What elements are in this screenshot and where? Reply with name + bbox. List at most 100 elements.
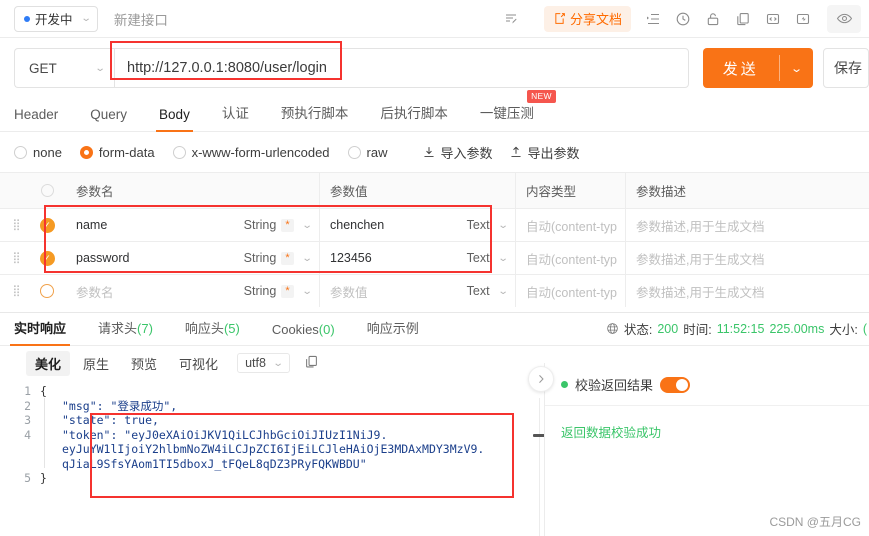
param-value-cell[interactable]: 123456 Text ⌄: [320, 242, 516, 274]
copy-icon: [306, 355, 318, 368]
row-checkbox[interactable]: ✓: [32, 209, 62, 241]
param-description-cell[interactable]: 参数描述,用于生成文档: [626, 275, 869, 307]
response-tab-response-headers[interactable]: 响应头(5): [185, 318, 240, 345]
tab-stress-test[interactable]: 一键压测 NEW: [479, 90, 556, 131]
required-marker: *: [281, 218, 294, 232]
body-type-form-data[interactable]: form-data: [79, 145, 155, 160]
viewer-tab-visualize[interactable]: 可视化: [170, 351, 227, 376]
chevron-down-icon: ⌄: [497, 219, 509, 231]
viewer-tab-beautify[interactable]: 美化: [26, 350, 71, 376]
content-type-value: 自动(content-typ: [526, 219, 618, 234]
value-type-select[interactable]: Text ⌄: [467, 284, 509, 298]
request-url-row: GET ⌄ http://127.0.0.1:8080/user/login 发…: [0, 38, 869, 98]
api-name-label[interactable]: 新建接口: [114, 9, 168, 29]
preview-eye-button[interactable]: [827, 4, 861, 33]
import-params-button[interactable]: 导入参数: [422, 143, 493, 162]
history-clock-icon[interactable]: [669, 5, 697, 33]
body-type-urlencoded[interactable]: x-www-form-urlencoded: [172, 145, 330, 160]
tab-label: 原生: [83, 356, 110, 372]
response-tab-examples[interactable]: 响应示例: [367, 318, 419, 345]
body-type-none[interactable]: none: [14, 145, 62, 160]
required-marker: *: [281, 284, 294, 298]
encoding-select[interactable]: utf8 ⌄: [237, 353, 291, 373]
row-drag-handle[interactable]: ⣿: [0, 242, 32, 274]
unlock-icon[interactable]: [699, 5, 727, 33]
chevron-down-icon[interactable]: ⌄: [773, 62, 820, 75]
save-button[interactable]: 保存: [823, 48, 869, 88]
param-type-select[interactable]: String * ⌄: [244, 251, 313, 265]
value-type-select[interactable]: Text ⌄: [467, 251, 509, 265]
response-tab-realtime[interactable]: 实时响应: [9, 318, 71, 346]
line-number: 5: [24, 471, 31, 485]
tab-query[interactable]: Query: [90, 107, 127, 131]
select-all-checkbox[interactable]: [32, 173, 62, 208]
code-brackets-icon[interactable]: [759, 5, 787, 33]
copy-response-button[interactable]: [304, 354, 319, 372]
chevron-down-icon: ⌄: [301, 252, 313, 264]
http-method-select[interactable]: GET ⌄: [14, 48, 114, 88]
row-drag-handle[interactable]: ⣿: [0, 209, 32, 241]
code-gutter: 1 2 3 4 5: [0, 380, 40, 486]
col-header-description: 参数描述: [626, 173, 869, 208]
share-doc-button[interactable]: 分享文档: [543, 5, 631, 32]
param-value-cell[interactable]: chenchen Text ⌄: [320, 209, 516, 241]
param-type-value: String: [243, 284, 277, 298]
tab-count: (7): [137, 321, 153, 336]
export-params-button[interactable]: 导出参数: [509, 143, 580, 162]
param-content-type-cell[interactable]: 自动(content-typ: [516, 275, 626, 307]
param-name-cell[interactable]: password String * ⌄: [62, 242, 320, 274]
validation-toggle[interactable]: [660, 376, 691, 393]
tab-post-script[interactable]: 后执行脚本: [380, 102, 448, 131]
validation-message: 返回数据校验成功: [561, 426, 662, 440]
response-tab-request-headers[interactable]: 请求头(7): [98, 318, 153, 345]
globe-icon: [607, 323, 618, 334]
param-type-select[interactable]: String * ⌄: [243, 218, 313, 232]
export-icon[interactable]: [789, 5, 817, 33]
chevron-down-icon: ⌄: [301, 219, 313, 231]
api-status-label: 开发中: [35, 13, 73, 27]
send-button[interactable]: 发送 ⌄: [702, 48, 813, 88]
viewer-tab-raw[interactable]: 原生: [74, 351, 118, 376]
row-drag-handle[interactable]: ⣿: [0, 275, 32, 307]
panel-splitter[interactable]: [539, 398, 540, 536]
param-content-type-cell[interactable]: 自动(content-typ: [516, 209, 626, 241]
edit-note-icon[interactable]: [498, 5, 526, 33]
viewer-tab-preview[interactable]: 预览: [122, 351, 166, 376]
row-checkbox[interactable]: [32, 275, 62, 307]
save-label: 保存: [834, 60, 862, 76]
tab-body[interactable]: Body: [156, 107, 193, 132]
collapse-panel-button[interactable]: [528, 366, 554, 392]
copy-icon[interactable]: [729, 5, 757, 33]
url-input[interactable]: http://127.0.0.1:8080/user/login: [114, 48, 689, 88]
row-checkbox[interactable]: ✓: [32, 242, 62, 274]
api-status-select[interactable]: 开发中 ⌄: [14, 5, 98, 32]
import-icon: [423, 147, 434, 158]
col-header-label: 参数值: [330, 185, 368, 199]
validation-header: 校验返回结果: [545, 363, 869, 406]
param-name-cell[interactable]: name String * ⌄: [62, 209, 320, 241]
chevron-down-icon: ⌄: [497, 285, 509, 297]
indent-list-icon[interactable]: [639, 5, 667, 33]
body-type-raw[interactable]: raw: [347, 145, 388, 160]
tab-label: 后执行脚本: [380, 106, 448, 121]
send-label: 发送: [722, 60, 759, 78]
value-type-select[interactable]: Text ⌄: [467, 218, 509, 232]
table-row: ⣿ ✓ password String * ⌄ 123456 Text ⌄ 自动…: [0, 241, 869, 274]
tab-pre-script[interactable]: 预执行脚本: [281, 102, 349, 131]
param-value-cell[interactable]: 参数值 Text ⌄: [320, 275, 516, 307]
param-type-value: String: [243, 218, 277, 232]
line-number: 3: [24, 413, 31, 427]
tab-auth[interactable]: 认证: [222, 102, 249, 131]
param-type-select[interactable]: String * ⌄: [243, 284, 313, 298]
response-tab-cookies[interactable]: Cookies(0): [272, 322, 335, 345]
param-description-cell[interactable]: 参数描述,用于生成文档: [626, 209, 869, 241]
col-header-value: 参数值: [320, 173, 516, 208]
param-description-cell[interactable]: 参数描述,用于生成文档: [626, 242, 869, 274]
tab-header[interactable]: Header: [14, 107, 58, 131]
checkbox-icon: [40, 284, 54, 298]
radio-icon: [14, 145, 27, 159]
tab-label: 一键压测: [479, 106, 534, 121]
param-content-type-cell[interactable]: 自动(content-typ: [516, 242, 626, 274]
line-number: 1: [24, 384, 31, 398]
param-name-cell[interactable]: 参数名 String * ⌄: [62, 275, 320, 307]
